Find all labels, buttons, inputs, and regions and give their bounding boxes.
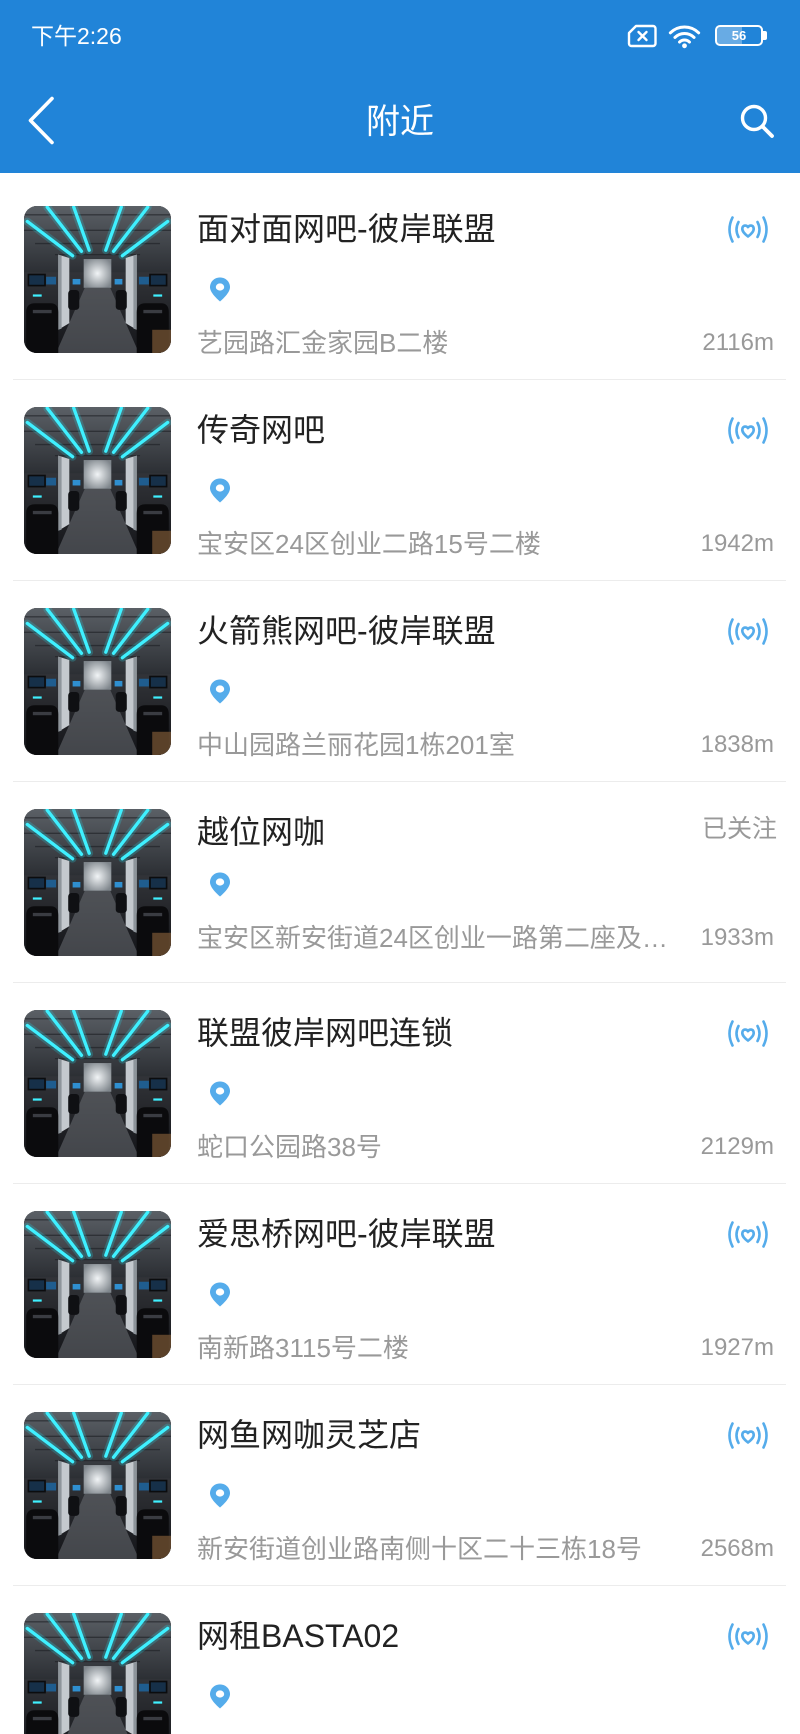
venue-photo [24, 809, 171, 956]
venue-thumbnail [24, 809, 171, 956]
location-pin-icon [208, 477, 232, 504]
venue-photo [24, 1010, 171, 1157]
venue-distance: 1942m [700, 530, 774, 557]
venue-distance: 2116m [702, 329, 774, 356]
venue-address: 宝安区24区创业二路15号二楼 [197, 529, 541, 559]
venue-photo [24, 206, 171, 353]
venue-name: 联盟彼岸网吧连锁 [197, 1015, 454, 1051]
venue-thumbnail [24, 608, 171, 755]
location-pin-icon [208, 678, 232, 705]
venue-name: 网租BASTA02 [197, 1618, 400, 1654]
venue-name: 网鱼网咖灵芝店 [197, 1417, 422, 1453]
battery-cap [763, 31, 767, 40]
nearby-list: 面对面网吧-彼岸联盟 艺园路汇金家园B二楼 2116m 传奇网吧 宝安区24区创… [0, 173, 800, 1734]
app-screen: 下午2:26 56 附近 面对面网吧-彼岸联盟 艺园路汇金家园B二楼 2116m… [0, 0, 800, 1734]
venue-address: 艺园路汇金家园B二楼 [197, 328, 449, 358]
venue-distance: 1927m [700, 1334, 774, 1361]
venue-thumbnail [24, 407, 171, 554]
list-item[interactable]: 爱思桥网吧-彼岸联盟 南新路3115号二楼 1927m [0, 1184, 800, 1385]
venue-thumbnail [24, 1211, 171, 1358]
venue-photo [24, 608, 171, 755]
location-pin-icon [208, 276, 232, 303]
venue-distance: 1838m [700, 731, 774, 758]
venue-distance: 2568m [700, 1535, 774, 1562]
venue-address: 宝安区新安街道24区创业一路第二座及… [197, 923, 668, 953]
list-item[interactable]: 火箭熊网吧-彼岸联盟 中山园路兰丽花园1栋201室 1838m [0, 581, 800, 782]
venue-thumbnail [24, 206, 171, 353]
venue-name: 爱思桥网吧-彼岸联盟 [197, 1216, 496, 1252]
venue-thumbnail [24, 1010, 171, 1157]
page-title: 附近 [366, 103, 434, 141]
live-signal-icon [725, 1421, 771, 1450]
live-signal-icon [725, 416, 771, 445]
status-bar: 下午2:26 56 [0, 0, 800, 62]
location-pin-icon [208, 1281, 232, 1308]
venue-name: 面对面网吧-彼岸联盟 [197, 211, 496, 247]
venue-distance: 2129m [700, 1133, 774, 1160]
battery-icon: 56 [715, 25, 768, 46]
list-item[interactable]: 越位网咖 已关注 宝安区新安街道24区创业一路第二座及… 1933m [0, 782, 800, 983]
venue-address: 蛇口公园路38号 [197, 1132, 382, 1162]
no-sim-icon [627, 24, 657, 48]
venue-name: 传奇网吧 [197, 412, 326, 448]
venue-distance: 1933m [700, 924, 774, 951]
live-signal-icon [725, 1622, 771, 1651]
list-item[interactable]: 网鱼网咖灵芝店 新安街道创业路南侧十区二十三栋18号 2568m [0, 1385, 800, 1586]
venue-name: 火箭熊网吧-彼岸联盟 [197, 613, 496, 649]
location-pin-icon [208, 1683, 232, 1710]
venue-name: 越位网咖 [197, 814, 326, 850]
live-signal-icon [725, 1220, 771, 1249]
list-item[interactable]: 联盟彼岸网吧连锁 蛇口公园路38号 2129m [0, 983, 800, 1184]
follow-status: 已关注 [701, 815, 777, 843]
venue-thumbnail [24, 1412, 171, 1559]
list-item[interactable]: 面对面网吧-彼岸联盟 艺园路汇金家园B二楼 2116m [0, 179, 800, 380]
live-signal-icon [725, 617, 771, 646]
live-signal-icon [725, 1019, 771, 1048]
live-signal-icon [725, 215, 771, 244]
venue-address: 南新路3115号二楼 [197, 1333, 409, 1363]
battery-body: 56 [715, 25, 763, 46]
location-pin-icon [208, 1482, 232, 1509]
venue-address: 中山园路兰丽花园1栋201室 [197, 730, 515, 760]
wifi-icon [668, 25, 701, 49]
status-time: 下午2:26 [31, 23, 122, 49]
venue-thumbnail [24, 1613, 171, 1734]
location-pin-icon [208, 871, 232, 898]
battery-percent: 56 [731, 28, 747, 43]
nav-bar: 附近 [0, 62, 800, 173]
list-item[interactable]: 传奇网吧 宝安区24区创业二路15号二楼 1942m [0, 380, 800, 581]
venue-address: 新安街道创业路南侧十区二十三栋18号 [197, 1534, 642, 1564]
venue-photo [24, 1613, 171, 1734]
location-pin-icon [208, 1080, 232, 1107]
venue-photo [24, 1211, 171, 1358]
search-button[interactable] [739, 103, 775, 139]
list-item[interactable]: 网租BASTA02 [0, 1586, 800, 1734]
search-icon [740, 104, 774, 138]
venue-photo [24, 407, 171, 554]
venue-photo [24, 1412, 171, 1559]
